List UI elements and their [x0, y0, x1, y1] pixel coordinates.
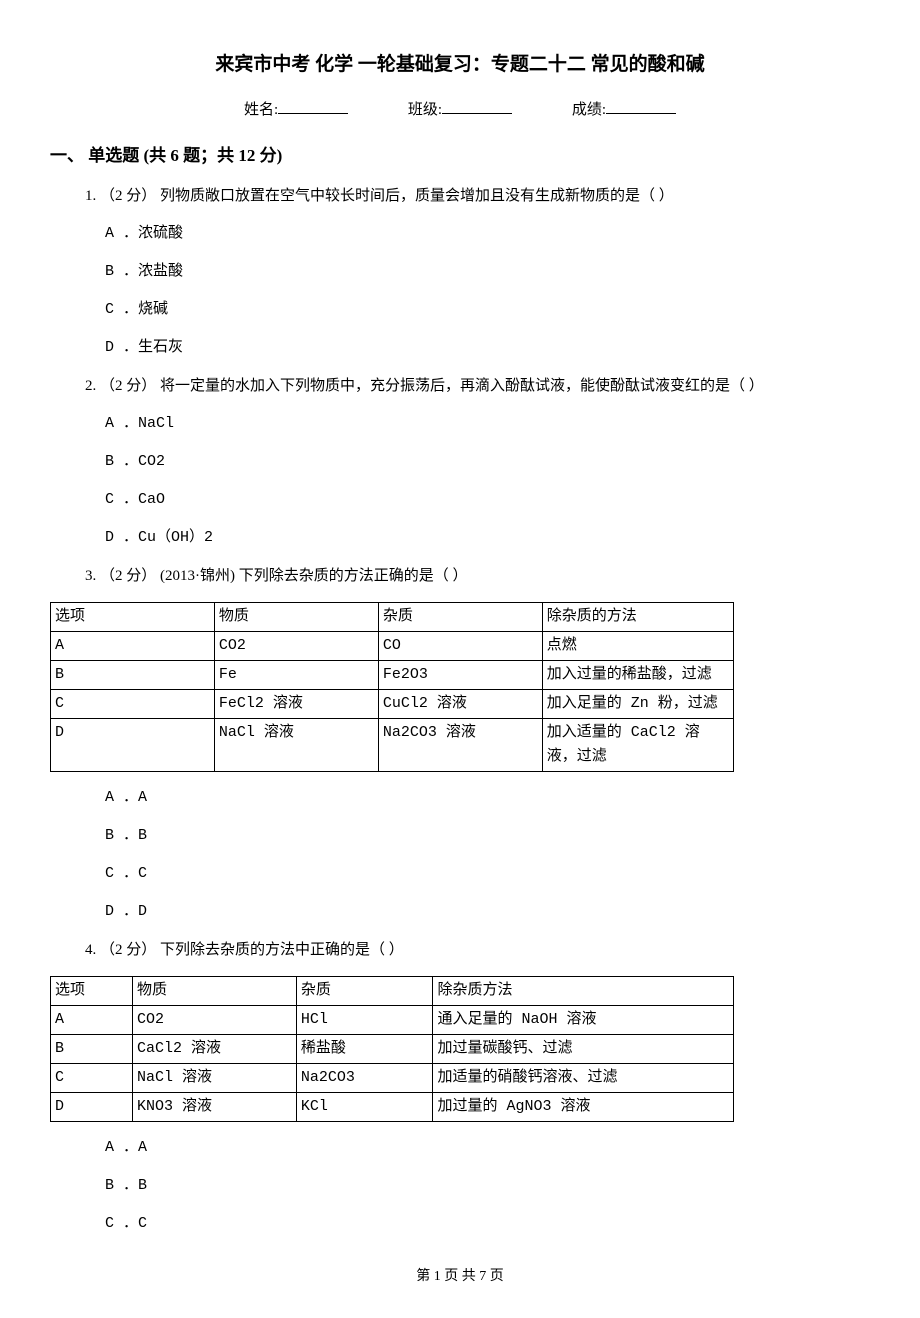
table-header-cell: 杂质: [378, 602, 542, 631]
question-1-option-d: D ．生石灰: [105, 336, 870, 360]
question-2-option-c: C ．CaO: [105, 488, 870, 512]
table-cell: 加入适量的 CaCl2 溶液，过滤: [542, 718, 733, 771]
table-header-cell: 选项: [51, 602, 215, 631]
table-cell: D: [51, 718, 215, 771]
table-cell: 加过量的 AgNO3 溶液: [433, 1092, 734, 1121]
question-2-option-d: D ．Cu（OH）2: [105, 526, 870, 550]
question-3-option-b: B ．B: [105, 824, 870, 848]
table-row: 选项 物质 杂质 除杂质方法: [51, 976, 734, 1005]
question-4-option-c: C ．C: [105, 1212, 870, 1236]
table-cell: 加适量的硝酸钙溶液、过滤: [433, 1063, 734, 1092]
question-4-option-b: B ．B: [105, 1174, 870, 1198]
table-cell: Na2CO3 溶液: [378, 718, 542, 771]
score-blank: [606, 99, 676, 114]
table-cell: NaCl 溶液: [214, 718, 378, 771]
table-cell: Fe2O3: [378, 660, 542, 689]
table-header-cell: 杂质: [296, 976, 433, 1005]
table-row: C NaCl 溶液 Na2CO3 加适量的硝酸钙溶液、过滤: [51, 1063, 734, 1092]
table-cell: B: [51, 1034, 133, 1063]
table-row: D NaCl 溶液 Na2CO3 溶液 加入适量的 CaCl2 溶液，过滤: [51, 718, 734, 771]
question-2-option-b: B ．CO2: [105, 450, 870, 474]
table-cell: CuCl2 溶液: [378, 689, 542, 718]
table-header-cell: 物质: [214, 602, 378, 631]
name-label: 姓名:: [244, 102, 278, 118]
question-1-option-c: C ．烧碱: [105, 298, 870, 322]
table-cell: NaCl 溶液: [132, 1063, 296, 1092]
table-cell: Fe: [214, 660, 378, 689]
table-cell: 点燃: [542, 631, 733, 660]
class-blank: [442, 99, 512, 114]
table-row: C FeCl2 溶液 CuCl2 溶液 加入足量的 Zn 粉，过滤: [51, 689, 734, 718]
table-row: B CaCl2 溶液 稀盐酸 加过量碳酸钙、过滤: [51, 1034, 734, 1063]
question-1-option-a: A ．浓硫酸: [105, 222, 870, 246]
question-1-stem: 1. （2 分） 列物质敞口放置在空气中较长时间后，质量会增加且没有生成新物质的…: [85, 184, 870, 208]
table-cell: HCl: [296, 1005, 433, 1034]
table-cell: A: [51, 631, 215, 660]
table-header-cell: 选项: [51, 976, 133, 1005]
table-cell: KNO3 溶液: [132, 1092, 296, 1121]
table-cell: B: [51, 660, 215, 689]
question-3-option-a: A ．A: [105, 786, 870, 810]
question-2-stem: 2. （2 分） 将一定量的水加入下列物质中，充分振荡后，再滴入酚酞试液，能使酚…: [85, 374, 870, 398]
question-4-option-a: A ．A: [105, 1136, 870, 1160]
table-cell: CO: [378, 631, 542, 660]
table-cell: C: [51, 1063, 133, 1092]
question-1-option-b: B ．浓盐酸: [105, 260, 870, 284]
question-3-option-c: C ．C: [105, 862, 870, 886]
table-cell: CaCl2 溶液: [132, 1034, 296, 1063]
question-2-option-a: A ．NaCl: [105, 412, 870, 436]
table-cell: C: [51, 689, 215, 718]
table-cell: CO2: [214, 631, 378, 660]
table-header-cell: 除杂质方法: [433, 976, 734, 1005]
table-header-cell: 除杂质的方法: [542, 602, 733, 631]
question-4-stem: 4. （2 分） 下列除去杂质的方法中正确的是（ ）: [85, 938, 870, 962]
table-cell: 稀盐酸: [296, 1034, 433, 1063]
question-3-stem: 3. （2 分） (2013·锦州) 下列除去杂质的方法正确的是（ ）: [85, 564, 870, 588]
table-row: A CO2 CO 点燃: [51, 631, 734, 660]
table-row: D KNO3 溶液 KCl 加过量的 AgNO3 溶液: [51, 1092, 734, 1121]
table-cell: KCl: [296, 1092, 433, 1121]
table-row: 选项 物质 杂质 除杂质的方法: [51, 602, 734, 631]
table-header-cell: 物质: [132, 976, 296, 1005]
page-footer: 第 1 页 共 7 页: [50, 1266, 870, 1288]
section-header: 一、 单选题 (共 6 题；共 12 分): [50, 142, 870, 169]
table-cell: Na2CO3: [296, 1063, 433, 1092]
question-3-table: 选项 物质 杂质 除杂质的方法 A CO2 CO 点燃 B Fe Fe2O3 加…: [50, 602, 734, 772]
page-title: 来宾市中考 化学 一轮基础复习：专题二十二 常见的酸和碱: [50, 50, 870, 80]
table-cell: A: [51, 1005, 133, 1034]
table-row: A CO2 HCl 通入足量的 NaOH 溶液: [51, 1005, 734, 1034]
table-cell: FeCl2 溶液: [214, 689, 378, 718]
table-cell: 加入过量的稀盐酸，过滤: [542, 660, 733, 689]
table-cell: 通入足量的 NaOH 溶液: [433, 1005, 734, 1034]
table-row: B Fe Fe2O3 加入过量的稀盐酸，过滤: [51, 660, 734, 689]
class-label: 班级:: [408, 102, 442, 118]
question-4-table: 选项 物质 杂质 除杂质方法 A CO2 HCl 通入足量的 NaOH 溶液 B…: [50, 976, 734, 1122]
table-cell: 加入足量的 Zn 粉，过滤: [542, 689, 733, 718]
question-3-option-d: D ．D: [105, 900, 870, 924]
table-cell: 加过量碳酸钙、过滤: [433, 1034, 734, 1063]
name-blank: [278, 99, 348, 114]
meta-row: 姓名: 班级: 成绩:: [50, 98, 870, 122]
table-cell: D: [51, 1092, 133, 1121]
score-label: 成绩:: [572, 102, 606, 118]
table-cell: CO2: [132, 1005, 296, 1034]
